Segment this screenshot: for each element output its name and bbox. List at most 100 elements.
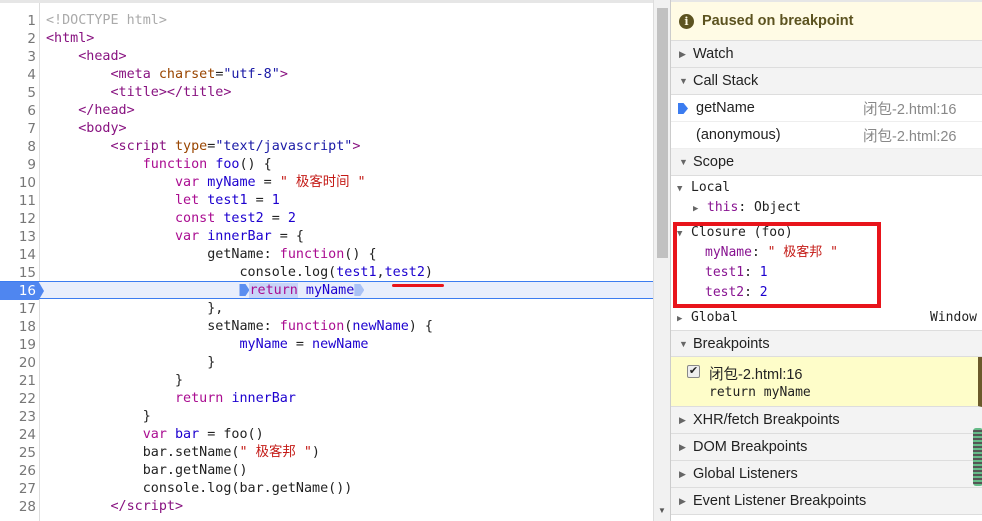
frame-location[interactable]: 闭包-2.html:16 <box>863 98 956 119</box>
code-line[interactable]: 2 <html> <box>0 30 653 48</box>
scroll-down-icon[interactable]: ▼ <box>658 506 666 515</box>
code-text: bar.getName() <box>46 462 248 480</box>
section-call-stack[interactable]: ▼ Call Stack <box>671 68 982 95</box>
line-number[interactable]: 17 <box>0 300 36 318</box>
code-line[interactable]: 15 console.log(test1,test2) <box>0 264 653 282</box>
code-line[interactable]: 28 </script> <box>0 498 653 516</box>
section-label: Breakpoints <box>693 335 770 352</box>
section-event-listener-breakpoints[interactable]: ▶ Event Listener Breakpoints <box>671 488 982 515</box>
code-line[interactable]: 26 bar.getName() <box>0 462 653 480</box>
inline-breakpoint-icon[interactable] <box>354 284 365 296</box>
line-number[interactable]: 20 <box>0 354 36 372</box>
scope-this[interactable]: ▶ this: Object <box>671 198 982 218</box>
code-line[interactable]: 25 bar.setName(" 极客邦 ") <box>0 444 653 462</box>
line-number[interactable]: 27 <box>0 480 36 498</box>
section-breakpoints[interactable]: ▼ Breakpoints <box>671 330 982 357</box>
code-token: <body> <box>46 121 127 136</box>
code-token: foo <box>215 157 240 172</box>
code-token: = <box>263 211 288 226</box>
line-number[interactable]: 1 <box>0 12 36 30</box>
line-number[interactable]: 19 <box>0 336 36 354</box>
line-number[interactable]: 26 <box>0 462 36 480</box>
section-label: DOM Breakpoints <box>693 439 808 455</box>
code-text: return myName <box>46 282 365 300</box>
line-number[interactable]: 25 <box>0 444 36 462</box>
line-number[interactable]: 12 <box>0 210 36 228</box>
line-number[interactable]: 21 <box>0 372 36 390</box>
code-line[interactable]: 3 <head> <box>0 48 653 66</box>
section-xhr-breakpoints[interactable]: ▶ XHR/fetch Breakpoints <box>671 407 982 434</box>
scope-global[interactable]: ▶ Global Window <box>671 308 982 330</box>
code-token: test2 <box>223 211 264 226</box>
current-line[interactable]: 16 return myName <box>0 281 653 300</box>
code-line[interactable]: 19 myName = newName <box>0 336 653 354</box>
line-number[interactable]: 4 <box>0 66 36 84</box>
line-number[interactable]: 22 <box>0 390 36 408</box>
line-number[interactable]: 3 <box>0 48 36 66</box>
line-number[interactable]: 9 <box>0 156 36 174</box>
line-number[interactable]: 28 <box>0 498 36 516</box>
section-scope[interactable]: ▼ Scope <box>671 149 982 176</box>
section-label: Watch <box>693 46 734 62</box>
call-frame[interactable]: (anonymous) 闭包-2.html:26 <box>671 122 982 149</box>
code-line[interactable]: 7 <body> <box>0 120 653 138</box>
code-token: = <box>255 175 280 190</box>
line-number[interactable]: 2 <box>0 30 36 48</box>
line-number[interactable]: 6 <box>0 102 36 120</box>
panel-scrollbar[interactable] <box>973 428 982 486</box>
line-number[interactable]: 14 <box>0 246 36 264</box>
code-line[interactable]: 10 var myName = " 极客时间 " <box>0 174 653 192</box>
section-dom-breakpoints[interactable]: ▶ DOM Breakpoints <box>671 434 982 461</box>
code-line[interactable]: 14 getName: function() { <box>0 246 653 264</box>
line-number[interactable]: 13 <box>0 228 36 246</box>
line-number[interactable]: 5 <box>0 84 36 102</box>
line-number[interactable]: 11 <box>0 192 36 210</box>
scrollbar-thumb[interactable] <box>657 8 668 258</box>
code-text: setName: function(newName) { <box>46 318 433 336</box>
code-line[interactable]: 17 }, <box>0 300 653 318</box>
code-line[interactable]: 12 const test2 = 2 <box>0 210 653 228</box>
code-line[interactable]: 4 <meta charset="utf-8"> <box>0 66 653 84</box>
frame-location[interactable]: 闭包-2.html:26 <box>863 125 956 146</box>
line-number[interactable]: 7 <box>0 120 36 138</box>
breakpoint-checkbox[interactable]: ✔ <box>687 365 700 378</box>
scope-local[interactable]: ▼ Local <box>671 178 982 198</box>
code-line[interactable]: 8 <script type="text/javascript"> <box>0 138 653 156</box>
code-editor[interactable]: 1 <!DOCTYPE html> 2 <html> 3 <head> 4 <meta c… <box>0 0 653 521</box>
code-line[interactable]: 13 var innerBar = { <box>0 228 653 246</box>
section-global-listeners[interactable]: ▶ Global Listeners <box>671 461 982 488</box>
code-token: console.log( <box>46 265 337 280</box>
code-line[interactable]: 23 } <box>0 408 653 426</box>
section-watch[interactable]: ▶ Watch <box>671 41 982 68</box>
line-number[interactable]: 23 <box>0 408 36 426</box>
code-token: getName: <box>46 247 280 262</box>
line-number[interactable]: 24 <box>0 426 36 444</box>
code-line[interactable]: 27 console.log(bar.getName()) <box>0 480 653 498</box>
code-line[interactable]: 21 } <box>0 372 653 390</box>
line-number[interactable]: 8 <box>0 138 36 156</box>
line-number[interactable]: 15 <box>0 264 36 282</box>
code-text: function foo() { <box>46 156 272 174</box>
code-token: type <box>175 139 208 154</box>
code-line[interactable]: 11 let test1 = 1 <box>0 192 653 210</box>
line-number[interactable]: 18 <box>0 318 36 336</box>
collapse-icon: ▼ <box>677 184 683 194</box>
code-line[interactable]: 1 <!DOCTYPE html> <box>0 12 653 30</box>
code-token: "text/javascript" <box>215 139 353 154</box>
code-line[interactable]: 5 <title></title> <box>0 84 653 102</box>
code-line[interactable]: 18 setName: function(newName) { <box>0 318 653 336</box>
code-line[interactable]: 22 return innerBar <box>0 390 653 408</box>
line-number[interactable]: 16 <box>0 282 44 300</box>
code-line[interactable]: 20 } <box>0 354 653 372</box>
inline-breakpoint-icon[interactable] <box>239 284 250 296</box>
code-token: <html> <box>46 31 95 46</box>
breakpoint-item[interactable]: ✔ 闭包-2.html:16 return myName <box>671 357 982 407</box>
line-number[interactable]: 10 <box>0 174 36 192</box>
scope-label: Global <box>691 310 738 325</box>
code-token: test1 <box>336 265 377 280</box>
code-line[interactable]: 6 </head> <box>0 102 653 120</box>
editor-scrollbar[interactable]: ▼ <box>653 0 670 521</box>
call-frame[interactable]: getName 闭包-2.html:16 <box>671 95 982 122</box>
code-line[interactable]: 9 function foo() { <box>0 156 653 174</box>
code-line[interactable]: 24 var bar = foo() <box>0 426 653 444</box>
